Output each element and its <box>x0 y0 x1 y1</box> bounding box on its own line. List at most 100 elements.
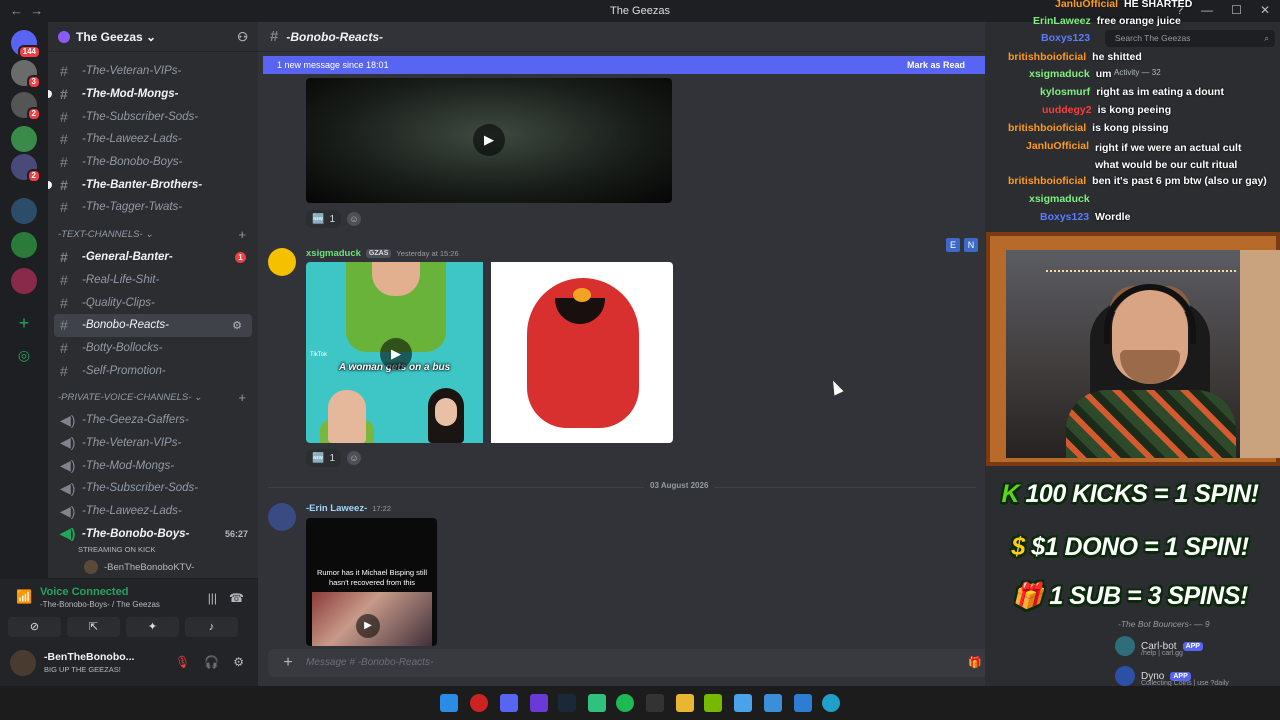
voice-channel-item[interactable]: ◀) -The-Veteran-VIPs- <box>48 432 258 455</box>
add-channel-icon[interactable]: + <box>238 390 246 405</box>
channel-label: -The-Veteran-VIPs- <box>82 65 182 78</box>
notepad-icon[interactable] <box>734 694 752 712</box>
gift-icon[interactable]: 🎁 <box>968 656 982 669</box>
channel-item[interactable]: # -The-Veteran-VIPs- <box>48 60 258 83</box>
soundboard-button[interactable]: ♪ <box>185 617 238 637</box>
video-attachment[interactable]: Rumor has it Michael Bisping still hasn'… <box>306 518 437 646</box>
channel-item[interactable]: # -Quality-Clips- <box>48 291 258 314</box>
category-text-channels[interactable]: -TEXT-CHANNELS- ⌄ + <box>48 224 258 246</box>
add-server-icon[interactable]: + <box>11 310 37 336</box>
voice-connected-subtitle[interactable]: -The-Bonobo-Boys- / The Geezas <box>40 600 160 609</box>
noise-suppression-icon[interactable]: ||| <box>208 591 217 605</box>
add-reaction-icon[interactable]: ☺ <box>347 212 361 226</box>
username[interactable]: -BenTheBonobo... <box>44 651 134 663</box>
guild-header[interactable]: The Geezas ⌄ ⚇ <box>48 22 258 52</box>
video-attachment[interactable]: ▶ <box>306 78 672 203</box>
channel-item[interactable]: # -The-Tagger-Twats- <box>48 196 258 219</box>
author-name[interactable]: xsigmaduck <box>306 248 361 259</box>
steam-icon[interactable] <box>558 694 576 712</box>
app-icon[interactable] <box>530 694 548 712</box>
settings-gear-icon[interactable]: ⚙ <box>233 655 244 669</box>
member-row[interactable]: Carl-bot APP /help | carl.gg <box>1115 636 1203 657</box>
server-icon[interactable] <box>11 232 37 258</box>
activities-button[interactable]: ✦ <box>126 617 179 637</box>
message-composer[interactable]: + Message # -Bonobo-Reacts- 🎁 ▣ ◧ ☺ ✦ <box>268 649 985 677</box>
tiktok-video-attachment[interactable]: TikTok A woman gets on a bus ▶ <box>306 262 483 443</box>
maximize-button[interactable]: ☐ <box>1231 3 1242 17</box>
signal-icon[interactable]: 📶 <box>16 589 32 605</box>
reaction-chip[interactable]: 🆕 1 <box>306 210 342 228</box>
search-icon[interactable]: ⌕ <box>1264 30 1269 47</box>
screen-share-button[interactable]: ⇱ <box>67 617 120 637</box>
category-voice-channels[interactable]: -PRIVATE-VOICE-CHANNELS- ⌄ + <box>48 387 258 409</box>
search-input[interactable]: Search The Geezas ⌕ <box>1105 30 1275 47</box>
direct-messages-icon[interactable]: 144 <box>11 30 41 59</box>
server-icon[interactable]: 3 <box>11 60 41 89</box>
channel-item[interactable]: # -The-Bonobo-Boys- <box>48 151 258 174</box>
disconnect-icon[interactable]: ☎ <box>229 591 244 605</box>
kick-logo: K <box>1001 480 1020 508</box>
channel-item[interactable]: # -The-Mod-Mongs- <box>48 83 258 106</box>
avatar[interactable] <box>268 248 296 276</box>
voice-user[interactable]: -BenTheBonoboKTV- <box>48 557 258 577</box>
app-icon[interactable] <box>470 694 488 712</box>
voice-channel-item[interactable]: ◀) -The-Laweez-Lads- <box>48 500 258 523</box>
app-icon[interactable] <box>794 694 812 712</box>
voice-channel-item-connected[interactable]: ◀) -The-Bonobo-Boys- 56:27 <box>48 522 258 545</box>
avatar[interactable] <box>268 503 296 531</box>
discover-icon[interactable]: ◎ <box>11 342 37 368</box>
play-icon[interactable]: ▶ <box>473 124 505 156</box>
voice-channel-item[interactable]: ◀) -The-Geeza-Gaffers- <box>48 409 258 432</box>
member-row[interactable]: Dyno APP Collecting Coins | use ?daily <box>1115 666 1229 687</box>
gear-icon[interactable]: ⚙ <box>232 319 242 332</box>
voice-channel-item[interactable]: ◀) -The-Mod-Mongs- <box>48 454 258 477</box>
server-icon[interactable] <box>11 198 37 224</box>
folder-icon[interactable] <box>676 694 694 712</box>
channel-label: -The-Mod-Mongs- <box>82 459 175 472</box>
author-name[interactable]: -Erin Laweez- <box>306 503 367 514</box>
app-icon[interactable] <box>764 694 782 712</box>
server-icon[interactable]: 2 <box>11 92 41 121</box>
mark-as-read-button[interactable]: Mark as Read <box>907 56 965 74</box>
invite-icon[interactable]: ⚇ <box>237 30 248 44</box>
channel-item[interactable]: # -Real-Life-Shit- <box>48 269 258 292</box>
minimize-button[interactable]: — <box>1201 3 1213 17</box>
channel-item[interactable]: # -Botty-Bollocks- <box>48 337 258 360</box>
add-reaction-icon[interactable]: ☺ <box>347 451 361 465</box>
reaction-chip[interactable]: 🆕 1 <box>306 449 342 467</box>
mute-icon[interactable]: 🎙 <box>175 655 190 669</box>
composer-placeholder[interactable]: Message # -Bonobo-Reacts- <box>306 657 433 668</box>
edge-icon[interactable] <box>822 694 840 712</box>
attach-plus-icon[interactable]: + <box>278 653 298 673</box>
channel-item[interactable]: # -The-Banter-Brothers- <box>48 173 258 196</box>
image-attachment[interactable] <box>491 262 673 443</box>
camera-button[interactable]: ⊘ <box>8 617 61 637</box>
start-icon[interactable] <box>440 694 458 712</box>
new-messages-bar[interactable]: 1 new message since 18:01 Mark as Read <box>263 56 985 74</box>
voice-channel-item[interactable]: ◀) -The-Subscriber-Sods- <box>48 477 258 500</box>
new-icon[interactable]: N <box>964 238 978 252</box>
channel-item[interactable]: # -Self-Promotion- <box>48 359 258 382</box>
discord-taskbar-icon[interactable] <box>500 694 518 712</box>
edit-icon[interactable]: E <box>946 238 960 252</box>
channel-item-active[interactable]: # -Bonobo-Reacts- ⚙ <box>54 313 252 337</box>
activity-label: Activity — 32 <box>1114 68 1161 77</box>
channel-item[interactable]: # -The-Laweez-Lads- <box>48 128 258 151</box>
play-icon[interactable]: ▶ <box>380 338 412 370</box>
promo-dono: $ $1 DONO = 1 SPIN! <box>980 533 1280 562</box>
close-button[interactable]: ✕ <box>1260 3 1270 17</box>
deafen-icon[interactable]: 🎧 <box>204 655 219 669</box>
server-icon-the-geezas[interactable] <box>11 126 37 152</box>
nvidia-icon[interactable] <box>704 694 722 712</box>
add-channel-icon[interactable]: + <box>238 227 246 242</box>
server-icon[interactable]: 2 <box>11 154 41 183</box>
play-icon[interactable]: ▶ <box>356 614 380 638</box>
channel-item[interactable]: # -The-Subscriber-Sods- <box>48 105 258 128</box>
spotify-icon[interactable] <box>616 694 634 712</box>
hash-icon: # <box>60 176 68 193</box>
avatar[interactable] <box>10 650 36 676</box>
app-icon[interactable] <box>588 694 606 712</box>
channel-item[interactable]: # -General-Banter- 1 <box>48 246 258 269</box>
epic-games-icon[interactable] <box>646 694 664 712</box>
server-icon[interactable] <box>11 268 37 294</box>
